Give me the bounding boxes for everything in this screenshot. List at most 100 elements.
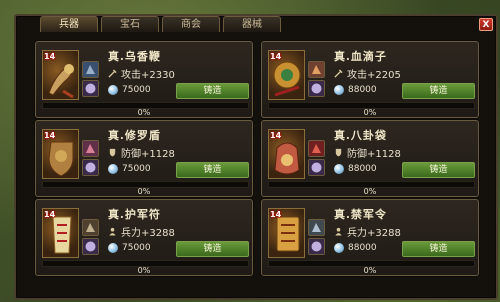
price-value: 75000 — [122, 164, 151, 174]
gem-currency-icon — [108, 164, 118, 174]
item-portrait[interactable]: 14 — [268, 208, 305, 258]
item-card: 14 真.八卦袋 防御+1128 88000 铸造 0% — [261, 120, 479, 197]
forge-button[interactable]: 铸造 — [176, 241, 249, 257]
ore-icon — [309, 62, 324, 77]
progress-label: 0% — [137, 187, 151, 196]
crystal-icon — [83, 239, 98, 254]
ore-icon — [309, 220, 324, 235]
level-label: 14 — [44, 210, 56, 219]
item-price: 75000 — [108, 243, 151, 253]
progress-label: 0% — [363, 108, 377, 117]
price-value: 88000 — [348, 85, 377, 95]
level-label: 14 — [44, 131, 56, 140]
item-card: 14 真.修罗盾 防御+1128 75000 铸造 0% — [35, 120, 253, 197]
level-label: 14 — [270, 210, 282, 219]
price-value: 75000 — [122, 243, 151, 253]
gem-currency-icon — [334, 243, 344, 253]
tab-bar: 兵器 宝石 商会 器械 — [40, 16, 281, 32]
item-card: 14 真.禁军令 兵力+3288 88000 铸造 0% — [261, 199, 479, 276]
item-card: 14 真.乌香鞭 攻击+2330 75000 铸造 0% — [35, 41, 253, 118]
item-card: 14 真.血滴子 攻击+2205 88000 铸造 0% — [261, 41, 479, 118]
item-card: 14 真.护军符 兵力+3288 75000 铸造 0% — [35, 199, 253, 276]
item-name: 真.八卦袋 — [334, 129, 387, 142]
progress-label: 0% — [363, 266, 377, 275]
material-slot-crystal[interactable] — [82, 159, 99, 176]
item-portrait[interactable]: 14 — [268, 129, 305, 179]
progress-label: 0% — [137, 266, 151, 275]
stat-value: 攻击+2205 — [347, 70, 401, 81]
level-label: 14 — [270, 131, 282, 140]
level-label: 14 — [270, 52, 282, 61]
price-value: 75000 — [122, 85, 151, 95]
crystal-icon — [83, 81, 98, 96]
forge-button[interactable]: 铸造 — [176, 83, 249, 99]
ore-icon — [309, 141, 324, 156]
item-stat: 防御+1128 — [108, 145, 175, 160]
item-portrait[interactable]: 14 — [42, 129, 79, 179]
item-name: 真.修罗盾 — [108, 129, 161, 142]
material-slot-crystal[interactable] — [308, 238, 325, 255]
material-slot-ore[interactable] — [308, 219, 325, 236]
tab-weapons[interactable]: 兵器 — [40, 16, 98, 32]
sword-icon — [108, 69, 117, 78]
stat-value: 兵力+3288 — [347, 228, 401, 239]
material-slot-crystal[interactable] — [82, 80, 99, 97]
forge-button[interactable]: 铸造 — [402, 83, 475, 99]
material-slot-ore[interactable] — [308, 61, 325, 78]
gem-currency-icon — [108, 243, 118, 253]
tab-machinery[interactable]: 器械 — [223, 16, 281, 32]
shield-icon — [335, 148, 342, 157]
progress-label: 0% — [137, 108, 151, 117]
shield-icon — [109, 148, 116, 157]
item-name: 真.护军符 — [108, 208, 161, 221]
item-name: 真.乌香鞭 — [108, 50, 161, 63]
sword-icon — [334, 69, 343, 78]
item-name: 真.禁军令 — [334, 208, 387, 221]
stat-value: 兵力+3288 — [121, 228, 175, 239]
ore-icon — [83, 141, 98, 156]
item-portrait[interactable]: 14 — [42, 50, 79, 100]
price-value: 88000 — [348, 164, 377, 174]
item-name: 真.血滴子 — [334, 50, 387, 63]
forge-button[interactable]: 铸造 — [402, 162, 475, 178]
material-slot-ore[interactable] — [308, 140, 325, 157]
item-stat: 攻击+2205 — [334, 66, 401, 81]
forge-button[interactable]: 铸造 — [176, 162, 249, 178]
item-price: 88000 — [334, 243, 377, 253]
item-stat: 兵力+3288 — [334, 224, 401, 239]
crystal-icon — [309, 160, 324, 175]
stat-value: 防御+1128 — [121, 149, 175, 160]
price-value: 88000 — [348, 243, 377, 253]
material-slot-crystal[interactable] — [308, 80, 325, 97]
item-stat: 防御+1128 — [334, 145, 401, 160]
forge-window: 兵器 宝石 商会 器械 X 14 真.乌香鞭 攻击+2330 75000 铸造 … — [14, 14, 498, 300]
ore-icon — [83, 62, 98, 77]
material-slot-crystal[interactable] — [308, 159, 325, 176]
tab-guild[interactable]: 商会 — [162, 16, 220, 32]
stat-value: 防御+1128 — [347, 149, 401, 160]
close-button[interactable]: X — [479, 18, 493, 31]
crystal-icon — [309, 239, 324, 254]
soldier-icon — [109, 227, 116, 236]
item-portrait[interactable]: 14 — [42, 208, 79, 258]
item-price: 75000 — [108, 85, 151, 95]
gem-currency-icon — [334, 164, 344, 174]
forge-button[interactable]: 铸造 — [402, 241, 475, 257]
material-slot-ore[interactable] — [82, 140, 99, 157]
ore-icon — [83, 220, 98, 235]
item-price: 88000 — [334, 85, 377, 95]
material-slot-ore[interactable] — [82, 61, 99, 78]
level-label: 14 — [44, 52, 56, 61]
item-price: 88000 — [334, 164, 377, 174]
progress-label: 0% — [363, 187, 377, 196]
soldier-icon — [335, 227, 342, 236]
material-slot-crystal[interactable] — [82, 238, 99, 255]
item-stat: 兵力+3288 — [108, 224, 175, 239]
gem-currency-icon — [334, 85, 344, 95]
crystal-icon — [83, 160, 98, 175]
stat-value: 攻击+2330 — [121, 70, 175, 81]
material-slot-ore[interactable] — [82, 219, 99, 236]
item-stat: 攻击+2330 — [108, 66, 175, 81]
item-portrait[interactable]: 14 — [268, 50, 305, 100]
tab-gems[interactable]: 宝石 — [101, 16, 159, 32]
